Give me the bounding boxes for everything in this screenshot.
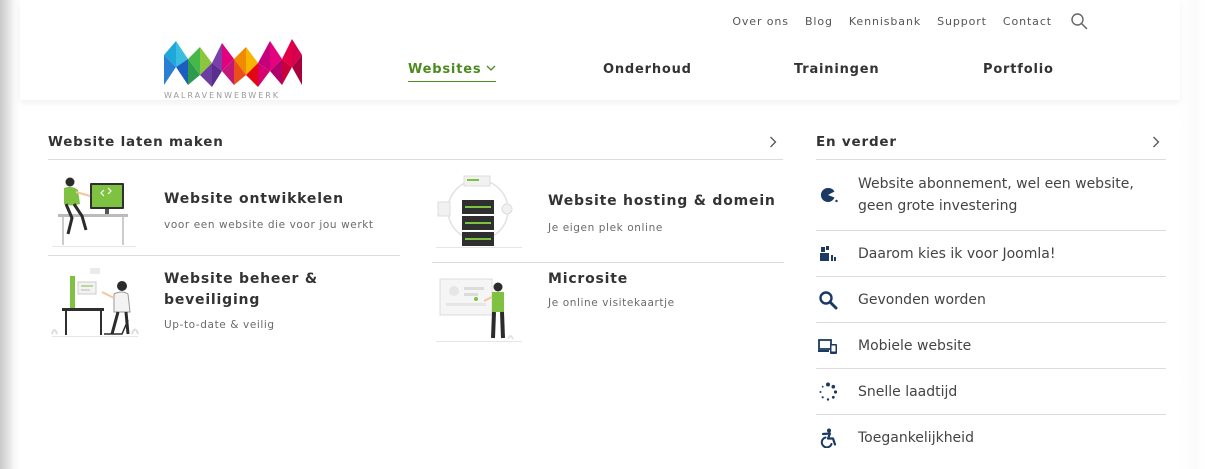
nav-websites-label: Websites bbox=[408, 62, 482, 77]
accessibility-icon bbox=[820, 428, 837, 448]
spinner-icon bbox=[819, 382, 838, 401]
developer-at-desk-illustration bbox=[52, 177, 136, 247]
card-title: Website beheer & beveiliging bbox=[164, 269, 318, 311]
list-item-label-line-2: geen grote investering bbox=[858, 198, 1018, 214]
card-divider bbox=[48, 255, 400, 256]
column-title: Website laten maken bbox=[48, 133, 224, 150]
card-website-hosting-domein[interactable]: Website hosting & domein Je eigen plek o… bbox=[432, 174, 784, 254]
card-microsite[interactable]: Microsite Je online visitekaartje bbox=[432, 269, 784, 349]
nav-trainingen[interactable]: Trainingen bbox=[794, 62, 879, 77]
joomla-icon bbox=[820, 245, 836, 261]
card-subtitle: Je online visitekaartje bbox=[548, 297, 675, 309]
chevron-right-icon bbox=[1153, 136, 1160, 147]
en-verder-list: Website abonnement, wel een website, gee… bbox=[816, 160, 1166, 461]
logo-mark-icon bbox=[164, 39, 302, 87]
list-item-joomla[interactable]: Daarom kies ik voor Joomla! bbox=[816, 231, 1166, 277]
list-item-label: Daarom kies ik voor Joomla! bbox=[858, 245, 1056, 262]
top-navigation: Over ons Blog Kennisbank Support Contact bbox=[732, 12, 1088, 30]
card-title-line-2: beveiliging bbox=[164, 292, 261, 308]
list-item-toegankelijkheid[interactable]: Toegankelijkheid bbox=[816, 415, 1166, 461]
microsite-illustration bbox=[436, 278, 522, 342]
search-icon bbox=[819, 290, 838, 309]
logo-tagline: WALRAVENWEBWERK bbox=[164, 92, 281, 98]
list-item-label: Mobiele website bbox=[858, 337, 972, 354]
column-header-website-laten-maken[interactable]: Website laten maken bbox=[48, 124, 783, 160]
chevron-right-icon bbox=[770, 136, 777, 147]
list-item-label-line-1: Website abonnement, wel een website, bbox=[858, 176, 1134, 192]
site-header: Over ons Blog Kennisbank Support Contact bbox=[20, 0, 1180, 100]
devices-icon bbox=[818, 338, 837, 354]
menu-column-en-verder: En verder Website abonnement, wel een we… bbox=[816, 124, 1166, 461]
list-item-label: Snelle laadtijd bbox=[858, 383, 958, 400]
nav-websites[interactable]: Websites bbox=[408, 62, 497, 82]
pacman-icon bbox=[820, 187, 838, 203]
list-item-abonnement[interactable]: Website abonnement, wel een website, gee… bbox=[816, 160, 1166, 231]
maintenance-illustration bbox=[51, 268, 139, 337]
topnav-link-over-ons[interactable]: Over ons bbox=[732, 15, 789, 28]
logo[interactable]: WALRAVENWEBWERK bbox=[164, 37, 302, 98]
mega-menu: Website laten maken Website ontwikkelen bbox=[48, 124, 1168, 469]
list-item-gevonden-worden[interactable]: Gevonden worden bbox=[816, 277, 1166, 323]
chevron-down-icon bbox=[486, 65, 496, 71]
card-website-ontwikkelen[interactable]: Website ontwikkelen voor een website die… bbox=[48, 174, 400, 254]
list-item-mobiele-website[interactable]: Mobiele website bbox=[816, 323, 1166, 369]
card-title-line-1: Website beheer & bbox=[164, 271, 318, 287]
list-item-label: Gevonden worden bbox=[858, 291, 986, 308]
nav-portfolio[interactable]: Portfolio bbox=[983, 62, 1054, 77]
card-subtitle: voor een website die voor jou werkt bbox=[164, 219, 374, 231]
menu-column-website-laten-maken: Website laten maken Website ontwikkelen bbox=[48, 124, 784, 342]
search-icon[interactable] bbox=[1070, 12, 1088, 30]
card-website-beheer-beveiliging[interactable]: Website beheer & beveiliging Up-to-date … bbox=[48, 264, 400, 344]
frame-shadow bbox=[0, 0, 20, 469]
frame-shadow-right bbox=[1179, 0, 1205, 469]
topnav-link-support[interactable]: Support bbox=[937, 15, 987, 28]
list-item-label: Toegankelijkheid bbox=[858, 430, 974, 446]
list-item-label: Website abonnement, wel een website, gee… bbox=[858, 173, 1134, 217]
server-hosting-illustration bbox=[436, 175, 522, 248]
card-subtitle: Up-to-date & veilig bbox=[164, 319, 275, 331]
column-header-en-verder[interactable]: En verder bbox=[816, 124, 1166, 160]
card-divider bbox=[432, 262, 784, 263]
list-item-snelle-laadtijd[interactable]: Snelle laadtijd bbox=[816, 369, 1166, 415]
card-subtitle: Je eigen plek online bbox=[548, 222, 663, 234]
topnav-link-contact[interactable]: Contact bbox=[1003, 15, 1052, 28]
nav-onderhoud[interactable]: Onderhoud bbox=[603, 62, 692, 77]
column-title: En verder bbox=[816, 133, 897, 150]
card-title: Website ontwikkelen bbox=[164, 191, 344, 207]
topnav-link-kennisbank[interactable]: Kennisbank bbox=[849, 15, 921, 28]
topnav-link-blog[interactable]: Blog bbox=[805, 15, 833, 28]
card-title: Microsite bbox=[548, 271, 629, 287]
card-title: Website hosting & domein bbox=[548, 193, 776, 209]
